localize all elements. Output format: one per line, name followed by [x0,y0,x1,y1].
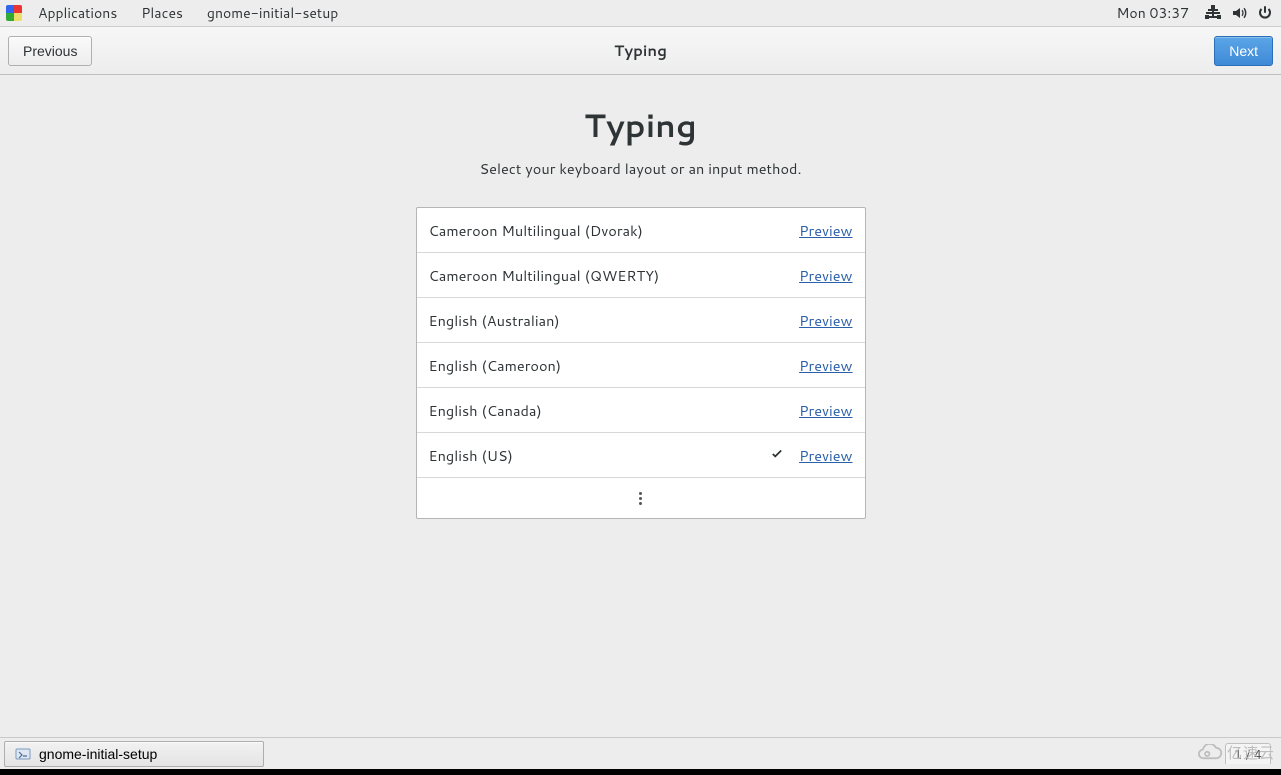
clock[interactable]: Mon 03:37 [1111,0,1195,27]
layout-row[interactable]: English (Cameroon) Preview [417,343,865,388]
active-app-menu[interactable]: gnome-initial-setup [195,0,350,27]
bottom-strip [0,769,1281,775]
layout-name: English (Cameroon) [429,355,800,376]
layout-name: English (US) [429,445,770,466]
top-panel: Applications Places gnome-initial-setup … [0,0,1281,27]
header-bar: Previous Typing Next [0,27,1281,75]
taskbar: gnome-initial-setup 1 / 4 [0,737,1281,769]
task-label: gnome-initial-setup [39,746,157,762]
preview-link[interactable]: Preview [799,445,852,466]
layout-row[interactable]: Cameroon Multilingual (Dvorak) Preview [417,208,865,253]
task-button[interactable]: gnome-initial-setup [4,741,264,767]
volume-icon[interactable] [1231,5,1247,21]
page-subtitle: Select your keyboard layout or an input … [0,158,1281,179]
page-title: Typing [0,103,1281,148]
layout-name: English (Canada) [429,400,800,421]
keyboard-layout-list: Cameroon Multilingual (Dvorak) Preview C… [416,207,866,519]
preview-link[interactable]: Preview [799,310,852,331]
page-counter: 1 / 4 [1225,743,1271,764]
layout-name: Cameroon Multilingual (QWERTY) [429,265,800,286]
show-more-button[interactable] [417,478,865,518]
layout-row[interactable]: English (Australian) Preview [417,298,865,343]
taskbar-right: 1 / 4 [1225,743,1277,764]
app-icon [15,746,31,762]
layout-name: Cameroon Multilingual (Dvorak) [429,220,800,241]
distro-logo-icon [6,5,22,21]
applications-menu[interactable]: Applications [26,0,129,27]
preview-link[interactable]: Preview [799,220,852,241]
preview-link[interactable]: Preview [799,265,852,286]
headerbar-title: Typing [0,40,1281,61]
more-icon [639,492,642,505]
previous-button[interactable]: Previous [8,36,92,66]
layout-row[interactable]: English (US) Preview [417,433,865,478]
layout-row[interactable]: Cameroon Multilingual (QWERTY) Preview [417,253,865,298]
preview-link[interactable]: Preview [799,355,852,376]
panel-right: Mon 03:37 [1111,0,1281,27]
network-icon[interactable] [1205,5,1221,21]
layout-row[interactable]: English (Canada) Preview [417,388,865,433]
check-icon [769,447,785,463]
layout-name: English (Australian) [429,310,800,331]
places-menu[interactable]: Places [129,0,195,27]
page-content: Typing Select your keyboard layout or an… [0,75,1281,519]
panel-left: Applications Places gnome-initial-setup [0,0,350,27]
power-icon[interactable] [1257,5,1273,21]
next-button[interactable]: Next [1214,36,1273,66]
preview-link[interactable]: Preview [799,400,852,421]
